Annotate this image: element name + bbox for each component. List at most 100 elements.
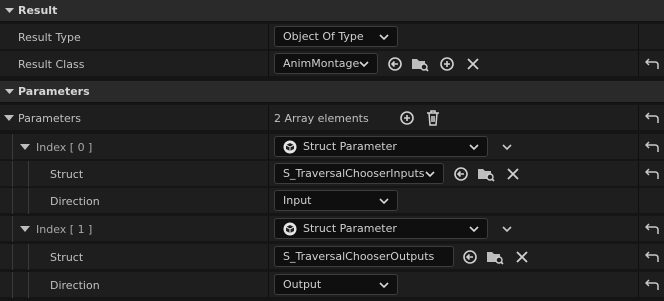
reset-to-default-icon[interactable]: [644, 58, 659, 70]
property-label: Direction: [50, 278, 100, 292]
dropdown-value: Output: [283, 278, 322, 291]
property-row-struct-0: Struct S_TraversalChooserInputs: [0, 161, 664, 187]
expand-arrow-icon[interactable]: [20, 224, 30, 234]
dropdown-value: Object Of Type: [283, 30, 364, 43]
indent-guide: [28, 188, 29, 214]
direction-dropdown[interactable]: Input: [274, 190, 398, 211]
reset-to-default-icon[interactable]: [644, 223, 659, 235]
column-divider: [268, 188, 269, 214]
use-selected-icon[interactable]: [452, 165, 470, 183]
chevron-down-icon: [469, 226, 479, 233]
column-divider: [268, 272, 269, 298]
property-label: Direction: [50, 194, 100, 208]
indent-guide: [12, 244, 13, 270]
reset-column: [638, 188, 664, 214]
reset-column: [638, 105, 664, 131]
result-class-dropdown[interactable]: AnimMontage: [274, 53, 378, 74]
reset-column: [638, 244, 664, 270]
trash-icon[interactable]: [424, 109, 442, 127]
reset-column: [638, 24, 664, 50]
dropdown-value: Input: [283, 194, 312, 207]
chevron-down-icon: [425, 171, 435, 178]
dropdown-value: Struct Parameter: [303, 222, 397, 235]
property-label: Parameters: [18, 111, 81, 125]
collapse-arrow-icon[interactable]: [4, 6, 14, 16]
browse-folder-icon[interactable]: [411, 55, 429, 73]
indent-guide: [12, 216, 13, 242]
struct-picker-dropdown[interactable]: S_TraversalChooserOutputs: [274, 246, 454, 267]
array-element-row-1: Index [ 1 ] Struct Parameter: [0, 216, 664, 242]
column-divider: [268, 161, 269, 187]
indent-guide: [28, 272, 29, 298]
indent-guide: [12, 161, 13, 187]
reset-column: [638, 134, 664, 160]
element-options-chevron-icon[interactable]: [502, 224, 512, 234]
property-label: Struct: [50, 250, 84, 264]
reset-to-default-icon[interactable]: [644, 279, 659, 291]
reset-to-default-icon[interactable]: [644, 112, 659, 124]
add-element-icon[interactable]: [398, 109, 416, 127]
column-divider: [268, 51, 269, 77]
indent-guide: [28, 161, 29, 187]
indent-guide: [12, 272, 13, 298]
chevron-down-icon: [379, 34, 389, 41]
expand-arrow-icon[interactable]: [4, 113, 14, 123]
section-header-parameters[interactable]: Parameters: [0, 81, 664, 103]
reset-column: [638, 272, 664, 298]
property-row-direction-1: Direction Output: [0, 272, 664, 298]
browse-folder-icon[interactable]: [486, 248, 504, 266]
element-options-chevron-icon[interactable]: [502, 142, 512, 152]
dropdown-value: S_TraversalChooserInputs: [283, 167, 425, 180]
section-title: Result: [18, 4, 58, 17]
array-index-label: Index [ 1 ]: [36, 222, 93, 236]
use-selected-icon[interactable]: [461, 248, 479, 266]
collapse-arrow-icon[interactable]: [4, 87, 14, 97]
browse-folder-icon[interactable]: [477, 165, 495, 183]
chevron-down-icon: [379, 282, 389, 289]
array-count: 2 Array elements: [274, 111, 369, 125]
indent-guide: [28, 244, 29, 270]
chevron-down-icon: [359, 61, 369, 68]
clear-icon[interactable]: [464, 55, 482, 73]
dropdown-value: Struct Parameter: [303, 140, 397, 153]
indent-guide: [12, 188, 13, 214]
parameter-type-dropdown[interactable]: Struct Parameter: [274, 136, 488, 157]
parameter-type-dropdown[interactable]: Struct Parameter: [274, 218, 488, 239]
chevron-down-icon: [379, 198, 389, 205]
indent-guide: [12, 134, 13, 160]
dropdown-value: S_TraversalChooserOutputs: [283, 250, 435, 263]
column-divider: [268, 134, 269, 160]
reset-to-default-icon[interactable]: [644, 251, 659, 263]
struct-picker-dropdown[interactable]: S_TraversalChooserInputs: [274, 163, 444, 184]
chevron-down-icon: [469, 144, 479, 151]
property-row-result-class: Result Class AnimMontage: [0, 51, 664, 77]
property-label: Result Type: [18, 30, 81, 44]
column-divider: [268, 24, 269, 50]
clear-icon[interactable]: [504, 165, 522, 183]
property-label: Result Class: [18, 57, 85, 71]
expand-arrow-icon[interactable]: [20, 142, 30, 152]
property-row-result-type: Result Type Object Of Type: [0, 24, 664, 50]
clear-icon[interactable]: [513, 248, 531, 266]
reset-column: [638, 51, 664, 77]
add-icon[interactable]: [438, 55, 456, 73]
column-divider: [268, 216, 269, 242]
property-row-parameters: Parameters 2 Array elements: [0, 105, 664, 131]
reset-column: [638, 161, 664, 187]
struct-parameter-icon: [283, 222, 297, 235]
direction-dropdown[interactable]: Output: [274, 274, 398, 295]
column-divider: [268, 244, 269, 270]
dropdown-value: AnimMontage: [283, 57, 360, 70]
reset-to-default-icon[interactable]: [644, 141, 659, 153]
struct-parameter-icon: [283, 140, 297, 153]
reset-to-default-icon[interactable]: [644, 168, 659, 180]
column-divider: [268, 105, 269, 131]
property-label: Struct: [50, 167, 84, 181]
array-index-label: Index [ 0 ]: [36, 140, 93, 154]
section-title: Parameters: [18, 85, 90, 98]
result-type-dropdown[interactable]: Object Of Type: [274, 26, 398, 47]
array-element-row-0: Index [ 0 ] Struct Parameter: [0, 134, 664, 160]
section-header-result[interactable]: Result: [0, 0, 664, 22]
details-panel: Result Result Type Object Of Type Result…: [0, 0, 664, 301]
use-selected-icon[interactable]: [386, 55, 404, 73]
